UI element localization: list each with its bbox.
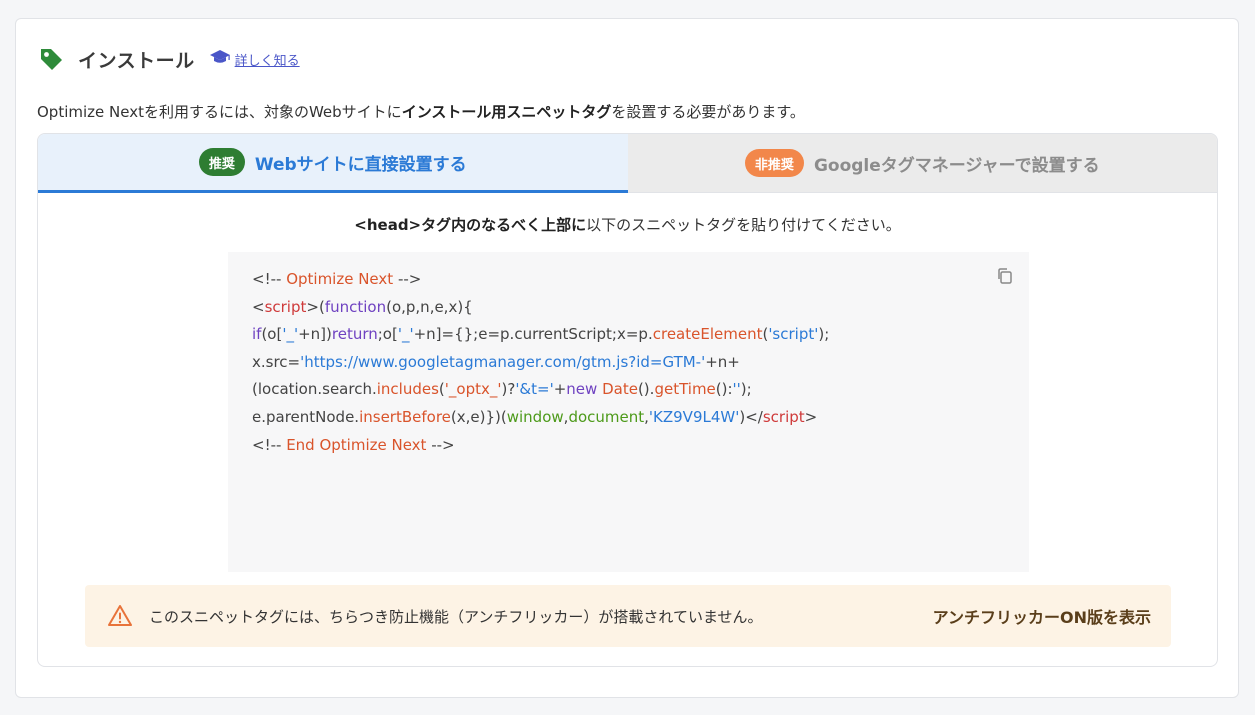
code-line: <script>(function(o,p,n,e,x){ [252,297,473,316]
copy-icon[interactable] [995,266,1015,286]
learn-more[interactable]: 詳しく知る [209,49,300,69]
instruction-text: <head>タグ内のなるべく上部に以下のスニペットタグを貼り付けてください。 [38,214,1217,235]
alert-message: このスニペットタグには、ちらつき防止機能（アンチフリッカー）が搭載されていません… [149,607,763,626]
intro-text: Optimize Nextを利用するには、対象のWebサイトにインストール用スニ… [37,101,805,122]
install-card: インストール 詳しく知る Optimize Nextを利用するには、対象のWeb… [15,18,1239,698]
anti-flicker-alert: このスニペットタグには、ちらつき防止機能（アンチフリッカー）が搭載されていません… [85,585,1171,647]
code-line: if(o['_'+n])return;o['_'+n]={};e=p.curre… [252,325,830,344]
tab-gtm-install[interactable]: 非推奨 Googleタグマネージャーで設置する [627,134,1217,193]
not-recommended-badge: 非推奨 [744,149,804,177]
snippet-code-block[interactable]: <!-- Optimize Next --> <script>(function(… [228,252,1029,572]
code-line: <!-- End Optimize Next --> [252,435,455,454]
section-header: インストール 詳しく知る [38,45,300,73]
instruction-bold: <head>タグ内のなるべく上部に [354,216,587,234]
instruction-rest: 以下のスニペットタグを貼り付けてください。 [586,216,901,234]
code-line: x.src='https://www.googletagmanager.com/… [252,352,740,371]
intro-bold: インストール用スニペットタグ [401,103,612,121]
intro-before: Optimize Nextを利用するには、対象のWebサイトに [37,103,402,121]
page-title: インストール [78,49,195,72]
code-line: <!-- Optimize Next --> [252,270,422,288]
graduation-cap-icon [209,49,231,69]
intro-after: を設置する必要があります。 [611,103,805,121]
install-panel: 推奨 Webサイトに直接設置する 非推奨 Googleタグマネージャーで設置する… [37,133,1218,667]
warning-icon [107,603,133,629]
tab-direct-install-label: Webサイトに直接設置する [254,154,467,175]
show-anti-flicker-button[interactable]: アンチフリッカーON版を表示 [933,604,1151,628]
learn-more-link[interactable]: 詳しく知る [235,50,300,69]
recommended-badge: 推奨 [198,148,245,176]
code-lines: <!-- Optimize Next --> <script>(function(… [252,266,1005,459]
tab-gtm-install-label: Googleタグマネージャーで設置する [813,155,1100,176]
code-line: (location.search.includes('_optx_')?'&t=… [252,380,752,399]
tab-direct-install[interactable]: 推奨 Webサイトに直接設置する [38,134,628,193]
tag-icon [38,46,64,72]
tab-bar: 推奨 Webサイトに直接設置する 非推奨 Googleタグマネージャーで設置する [38,134,1217,193]
code-line: e.parentNode.insertBefore(x,e)})(window,… [252,407,818,426]
